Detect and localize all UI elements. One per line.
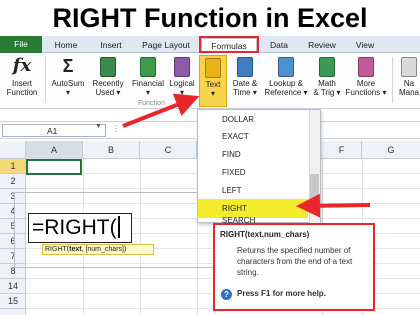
annotation-arrows	[122, 93, 371, 218]
arrow-to-text-button	[122, 93, 200, 128]
arrow-to-right-item	[296, 193, 371, 218]
